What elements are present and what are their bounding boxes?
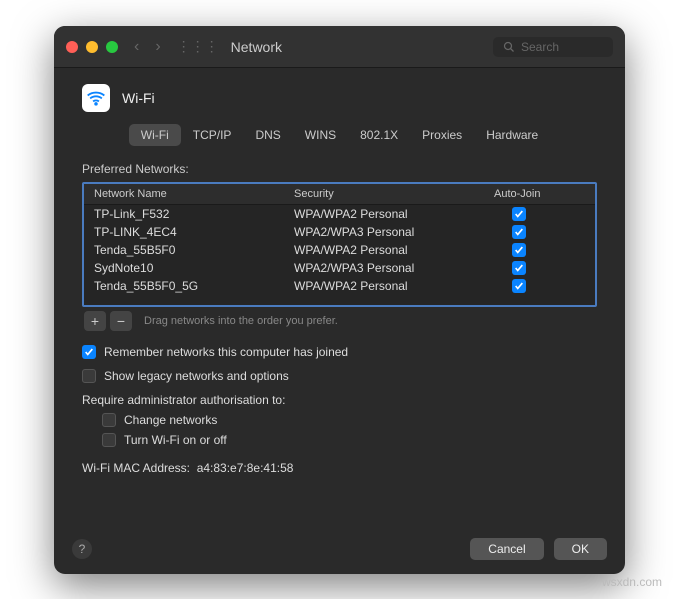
help-button[interactable]: ? [72, 539, 92, 559]
autojoin-checkbox[interactable] [512, 261, 526, 275]
table-row[interactable]: TP-LINK_4EC4WPA2/WPA3 Personal [84, 223, 595, 241]
col-network-name[interactable]: Network Name [94, 188, 294, 200]
network-security: WPA/WPA2 Personal [294, 207, 494, 221]
window-title: Network [231, 39, 282, 55]
nav-arrows: ‹ › [134, 38, 161, 56]
show-all-icon[interactable]: ⋮⋮⋮ [177, 38, 219, 55]
col-security[interactable]: Security [294, 188, 494, 200]
autojoin-checkbox[interactable] [512, 279, 526, 293]
header-row: Wi-Fi [54, 68, 625, 122]
action-buttons: Cancel OK [470, 538, 607, 560]
mac-address-label: Wi-Fi MAC Address: [82, 461, 190, 475]
search-icon [503, 41, 515, 53]
change-networks-label: Change networks [124, 413, 217, 427]
wifi-icon [82, 84, 110, 112]
autojoin-checkbox[interactable] [512, 225, 526, 239]
tab-dns[interactable]: DNS [243, 124, 292, 146]
turn-wifi-label: Turn Wi-Fi on or off [124, 433, 227, 447]
tab-8021x[interactable]: 802.1X [348, 124, 410, 146]
page-title: Wi-Fi [122, 90, 155, 106]
tab-hardware[interactable]: Hardware [474, 124, 550, 146]
drag-hint: Drag networks into the order you prefer. [144, 315, 338, 327]
change-networks-row: Change networks [102, 413, 597, 427]
add-network-button[interactable]: + [84, 311, 106, 331]
show-legacy-label: Show legacy networks and options [104, 369, 289, 383]
network-security: WPA/WPA2 Personal [294, 243, 494, 257]
turn-wifi-checkbox[interactable] [102, 433, 116, 447]
remember-networks-row: Remember networks this computer has join… [82, 345, 597, 359]
table-row[interactable]: TP-Link_F532WPA/WPA2 Personal [84, 205, 595, 223]
remember-networks-label: Remember networks this computer has join… [104, 345, 348, 359]
table-row[interactable]: Tenda_55B5F0_5GWPA/WPA2 Personal [84, 277, 595, 295]
mac-address-row: Wi-Fi MAC Address: a4:83:e7:8e:41:58 [82, 461, 597, 475]
zoom-button[interactable] [106, 41, 118, 53]
table-row[interactable]: Tenda_55B5F0WPA/WPA2 Personal [84, 241, 595, 259]
tab-wifi[interactable]: Wi-Fi [129, 124, 181, 146]
network-name: Tenda_55B5F0 [94, 243, 294, 257]
network-name: TP-LINK_4EC4 [94, 225, 294, 239]
network-security: WPA/WPA2 Personal [294, 279, 494, 293]
preferred-networks-label: Preferred Networks: [82, 162, 597, 176]
search-input[interactable]: Search [493, 37, 613, 57]
networks-table: Network Name Security Auto-Join TP-Link_… [82, 182, 597, 307]
mac-address-value: a4:83:e7:8e:41:58 [197, 461, 294, 475]
autojoin-checkbox[interactable] [512, 207, 526, 221]
require-admin-label: Require administrator authorisation to: [82, 393, 597, 407]
table-header: Network Name Security Auto-Join [84, 184, 595, 205]
watermark: wsxdn.com [602, 575, 662, 589]
search-placeholder: Search [521, 40, 559, 54]
tab-wins[interactable]: WINS [293, 124, 348, 146]
content: Preferred Networks: Network Name Securit… [54, 162, 625, 475]
tab-proxies[interactable]: Proxies [410, 124, 474, 146]
ok-button[interactable]: OK [554, 538, 607, 560]
show-legacy-row: Show legacy networks and options [82, 369, 597, 383]
cancel-button[interactable]: Cancel [470, 538, 543, 560]
tabs: Wi-FiTCP/IPDNSWINS802.1XProxiesHardware [54, 122, 625, 148]
network-name: SydNote10 [94, 261, 294, 275]
remember-networks-checkbox[interactable] [82, 345, 96, 359]
table-row[interactable]: SydNote10WPA2/WPA3 Personal [84, 259, 595, 277]
minimize-button[interactable] [86, 41, 98, 53]
remove-network-button[interactable]: − [110, 311, 132, 331]
tab-tcpip[interactable]: TCP/IP [181, 124, 244, 146]
close-button[interactable] [66, 41, 78, 53]
titlebar: ‹ › ⋮⋮⋮ Network Search [54, 26, 625, 68]
show-legacy-checkbox[interactable] [82, 369, 96, 383]
table-footer: + − Drag networks into the order you pre… [82, 307, 597, 335]
traffic-lights [66, 41, 118, 53]
table-body[interactable]: TP-Link_F532WPA/WPA2 PersonalTP-LINK_4EC… [84, 205, 595, 305]
network-name: TP-Link_F532 [94, 207, 294, 221]
network-name: Tenda_55B5F0_5G [94, 279, 294, 293]
preferences-window: ‹ › ⋮⋮⋮ Network Search Wi-Fi Wi-FiTCP/IP… [54, 26, 625, 574]
forward-button[interactable]: › [155, 38, 160, 56]
network-security: WPA2/WPA3 Personal [294, 225, 494, 239]
bottom-bar: ? Cancel OK [54, 538, 625, 560]
col-auto-join[interactable]: Auto-Join [494, 188, 585, 200]
change-networks-checkbox[interactable] [102, 413, 116, 427]
network-security: WPA2/WPA3 Personal [294, 261, 494, 275]
autojoin-checkbox[interactable] [512, 243, 526, 257]
turn-wifi-row: Turn Wi-Fi on or off [102, 433, 597, 447]
back-button[interactable]: ‹ [134, 38, 139, 56]
